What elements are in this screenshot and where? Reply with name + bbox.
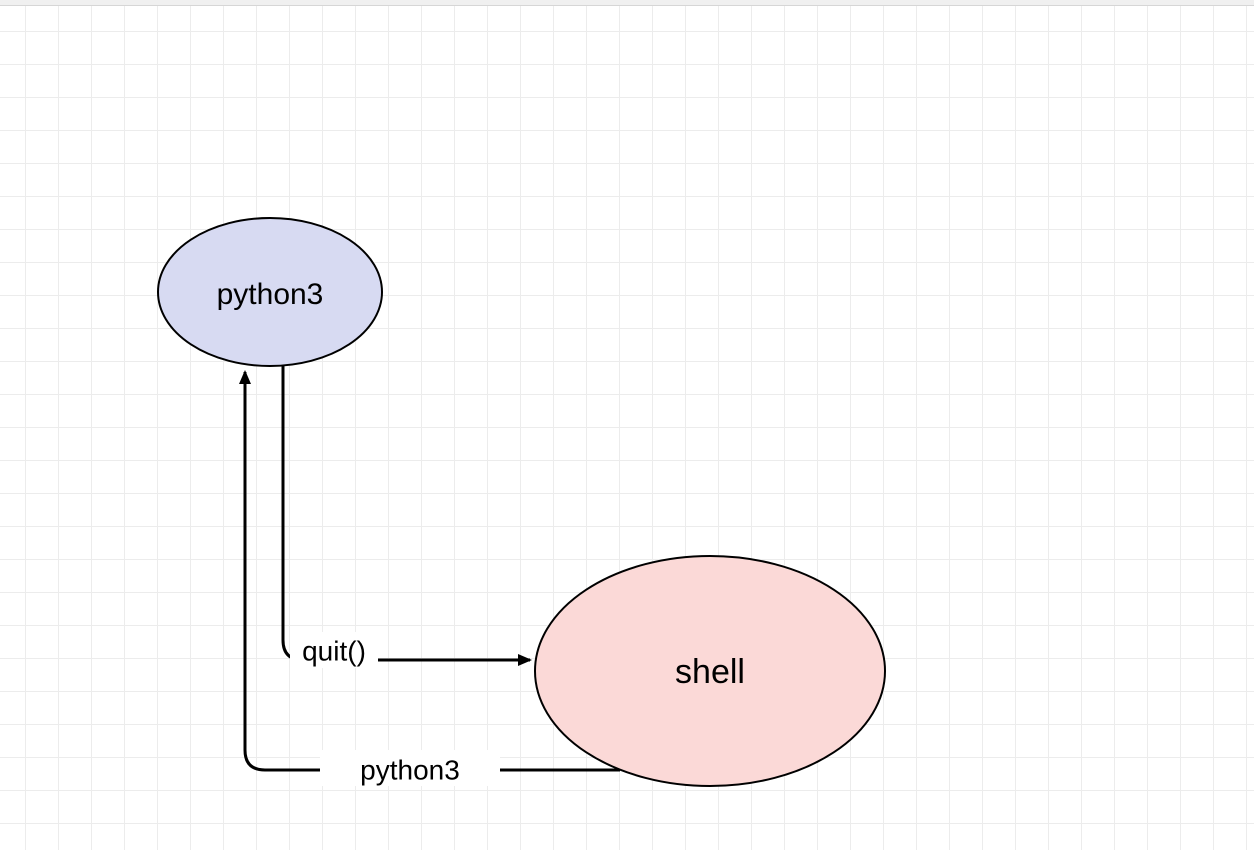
edge-quit-label: quit() — [302, 635, 366, 666]
node-shell-label: shell — [675, 653, 745, 691]
edge-python3-label: python3 — [360, 754, 460, 785]
edge-quit[interactable]: quit() — [283, 366, 530, 668]
diagram-canvas[interactable]: quit() python3 python3 shell — [0, 0, 1254, 850]
node-python3-label: python3 — [217, 278, 324, 311]
node-shell[interactable]: shell — [535, 556, 885, 786]
node-python3[interactable]: python3 — [158, 218, 382, 366]
